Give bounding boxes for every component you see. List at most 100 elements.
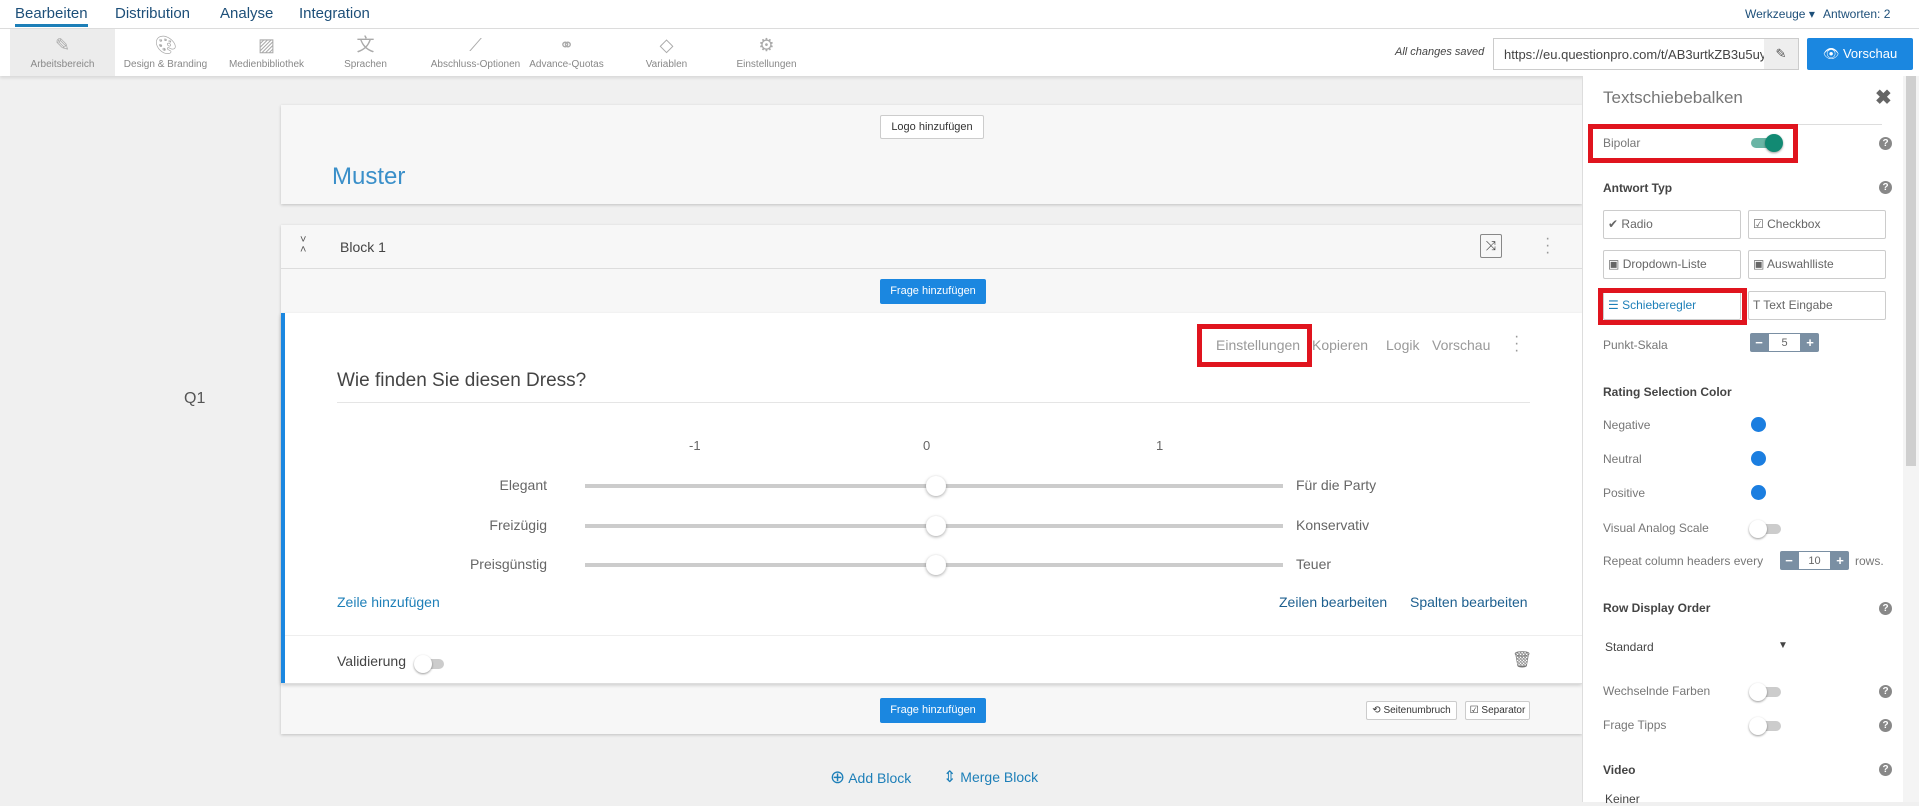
text-input-icon: T [1753, 298, 1761, 312]
type-selectlist-button[interactable]: ▣ Auswahlliste [1748, 250, 1886, 279]
preview-label: Vorschau [1842, 46, 1898, 61]
row-order-select[interactable]: Standard ▼ [1603, 636, 1803, 660]
tool-label: Design & Branding [123, 59, 208, 70]
negative-color-swatch[interactable] [1751, 417, 1766, 432]
scrollbar-thumb[interactable] [1906, 76, 1916, 466]
toolbar: ✎ Arbeitsbereich 🎨︎ Design & Branding ▨ Med… [0, 29, 1919, 76]
alt-colors-toggle[interactable] [1749, 683, 1781, 701]
survey-url-field[interactable]: https://eu.questionpro.com/t/AB3urtkZB3u… [1493, 38, 1799, 70]
add-logo-button[interactable]: Logo hinzufügen [880, 115, 984, 139]
answers-count[interactable]: Antworten: 2 [1823, 7, 1890, 21]
tab-integration[interactable]: Integration [299, 5, 370, 22]
point-scale-stepper[interactable]: −5 + [1750, 333, 1819, 352]
help-icon[interactable]: ? [1879, 602, 1892, 615]
type-dropdown-button[interactable]: ▣ Dropdown-Liste [1603, 250, 1741, 279]
repeat-headers-value[interactable]: 10 [1798, 551, 1831, 570]
slider-thumb[interactable] [926, 476, 946, 496]
vas-toggle[interactable] [1749, 520, 1781, 538]
page-break-button[interactable]: ⟲ Seitenumbruch [1366, 701, 1457, 720]
question-more-icon[interactable]: · · · [1514, 329, 1519, 359]
add-question-button-bottom[interactable]: Frage hinzufügen [880, 698, 986, 723]
type-radio-button[interactable]: ✔ Radio [1603, 210, 1741, 239]
tool-workspace[interactable]: ✎ Arbeitsbereich [10, 29, 115, 76]
validation-toggle[interactable] [414, 655, 444, 673]
point-scale-value[interactable]: 5 [1768, 333, 1801, 352]
type-checkbox-button[interactable]: ☑ Checkbox [1748, 210, 1886, 239]
tool-settings[interactable]: ⚙ Einstellungen [714, 29, 819, 76]
add-question-button-top[interactable]: Frage hinzufügen [880, 279, 986, 304]
survey-title[interactable]: Muster [332, 163, 405, 191]
edit-pencil-icon[interactable]: ✎ [1764, 39, 1798, 69]
help-icon[interactable]: ? [1879, 685, 1892, 698]
neutral-label: Neutral [1603, 452, 1642, 466]
tool-label: Einstellungen [736, 59, 797, 70]
palette-icon: 🎨︎ [154, 35, 178, 55]
tool-design[interactable]: 🎨︎ Design & Branding [113, 29, 218, 76]
minus-icon[interactable]: − [1780, 551, 1798, 570]
panel-title: Textschiebebalken [1603, 88, 1743, 107]
tool-label: Abschluss-Optionen [430, 59, 521, 70]
tab-distribution[interactable]: Distribution [115, 5, 190, 22]
help-icon[interactable]: ? [1879, 763, 1892, 776]
slider-thumb[interactable] [926, 516, 946, 536]
help-icon[interactable]: ? [1879, 719, 1892, 732]
tool-variables[interactable]: ◇ Variablen [614, 29, 719, 76]
merge-block-button[interactable]: ⇕ Merge Block [943, 767, 1038, 787]
neutral-color-swatch[interactable] [1751, 451, 1766, 466]
separator-label: Separator [1481, 705, 1526, 716]
tool-label: Sprachen [344, 59, 387, 70]
plus-icon[interactable]: + [1831, 551, 1849, 570]
tab-analyse[interactable]: Analyse [220, 5, 273, 22]
collapse-icon[interactable]: ˅ ˄ [300, 235, 306, 256]
tool-languages[interactable]: 文 Sprachen [313, 29, 418, 76]
positive-color-swatch[interactable] [1751, 485, 1766, 500]
type-label: Dropdown-Liste [1622, 257, 1707, 271]
tag-icon: ◇ [659, 35, 674, 55]
close-icon[interactable]: ✖ [1875, 85, 1892, 110]
separator-button[interactable]: ☑ Separator [1465, 701, 1530, 720]
question-text[interactable]: Wie finden Sie diesen Dress? [337, 370, 1530, 403]
tool-label: Medienbibliothek [228, 59, 305, 70]
row-right-label: Konservativ [1296, 517, 1370, 533]
tool-completion[interactable]: ⟋ Abschluss-Optionen [423, 29, 528, 76]
help-icon[interactable]: ? [1879, 137, 1892, 150]
tips-toggle[interactable] [1749, 717, 1781, 735]
row-order-heading: Row Display Order [1603, 601, 1711, 615]
slider-thumb[interactable] [926, 555, 946, 575]
survey-url: https://eu.questionpro.com/t/AB3urtkZB3u… [1504, 47, 1767, 62]
tool-media[interactable]: ▨ Medienbibliothek [214, 29, 319, 76]
block-header: ˅ ˄ Block 1 ⤨ · · · [281, 225, 1582, 269]
negative-label: Negative [1603, 418, 1651, 432]
trash-icon[interactable]: 🗑︎ [1512, 650, 1532, 670]
question-copy-link[interactable]: Kopieren [1312, 337, 1368, 353]
more-vertical-icon[interactable]: · · · [1545, 231, 1550, 261]
tools-menu[interactable]: Werkzeuge ▾ [1745, 7, 1815, 21]
dropdown-icon: ▣ [1608, 257, 1620, 271]
edit-columns-link[interactable]: Spalten bearbeiten [1410, 594, 1528, 610]
preview-button[interactable]: 👁︎ Vorschau [1807, 38, 1913, 70]
tool-label: Variablen [645, 59, 688, 70]
question-preview-link[interactable]: Vorschau [1432, 337, 1490, 353]
toggle-knob [414, 655, 432, 673]
shuffle-icon[interactable]: ⤨ [1480, 234, 1502, 258]
validation-label: Validierung [337, 653, 407, 669]
settings-panel: Textschiebebalken ✖ Bipolar ? Antwort Ty… [1582, 76, 1903, 806]
scrollbar[interactable] [1903, 76, 1919, 802]
tab-bearbeiten[interactable]: Bearbeiten [15, 5, 88, 27]
video-select-value[interactable]: Keiner [1605, 792, 1640, 806]
divider [281, 683, 1582, 684]
repeat-headers-stepper[interactable]: −10 + [1780, 551, 1849, 570]
row-right-label: Teuer [1296, 556, 1332, 572]
tool-quotas[interactable]: ⚭ Advance-Quotas [514, 29, 619, 76]
add-row-link[interactable]: Zeile hinzufügen [337, 594, 440, 610]
edit-rows-link[interactable]: Zeilen bearbeiten [1279, 594, 1387, 610]
question-logic-link[interactable]: Logik [1386, 337, 1419, 353]
add-block-button[interactable]: ⊕ Add Block [830, 767, 911, 788]
toggle-knob [1749, 683, 1767, 701]
minus-icon[interactable]: − [1750, 333, 1768, 352]
plus-icon[interactable]: + [1801, 333, 1819, 352]
divider [285, 635, 1582, 636]
eye-icon: 👁︎ [1822, 46, 1840, 61]
type-text-button[interactable]: T Text Eingabe [1748, 291, 1886, 320]
help-icon[interactable]: ? [1879, 181, 1892, 194]
